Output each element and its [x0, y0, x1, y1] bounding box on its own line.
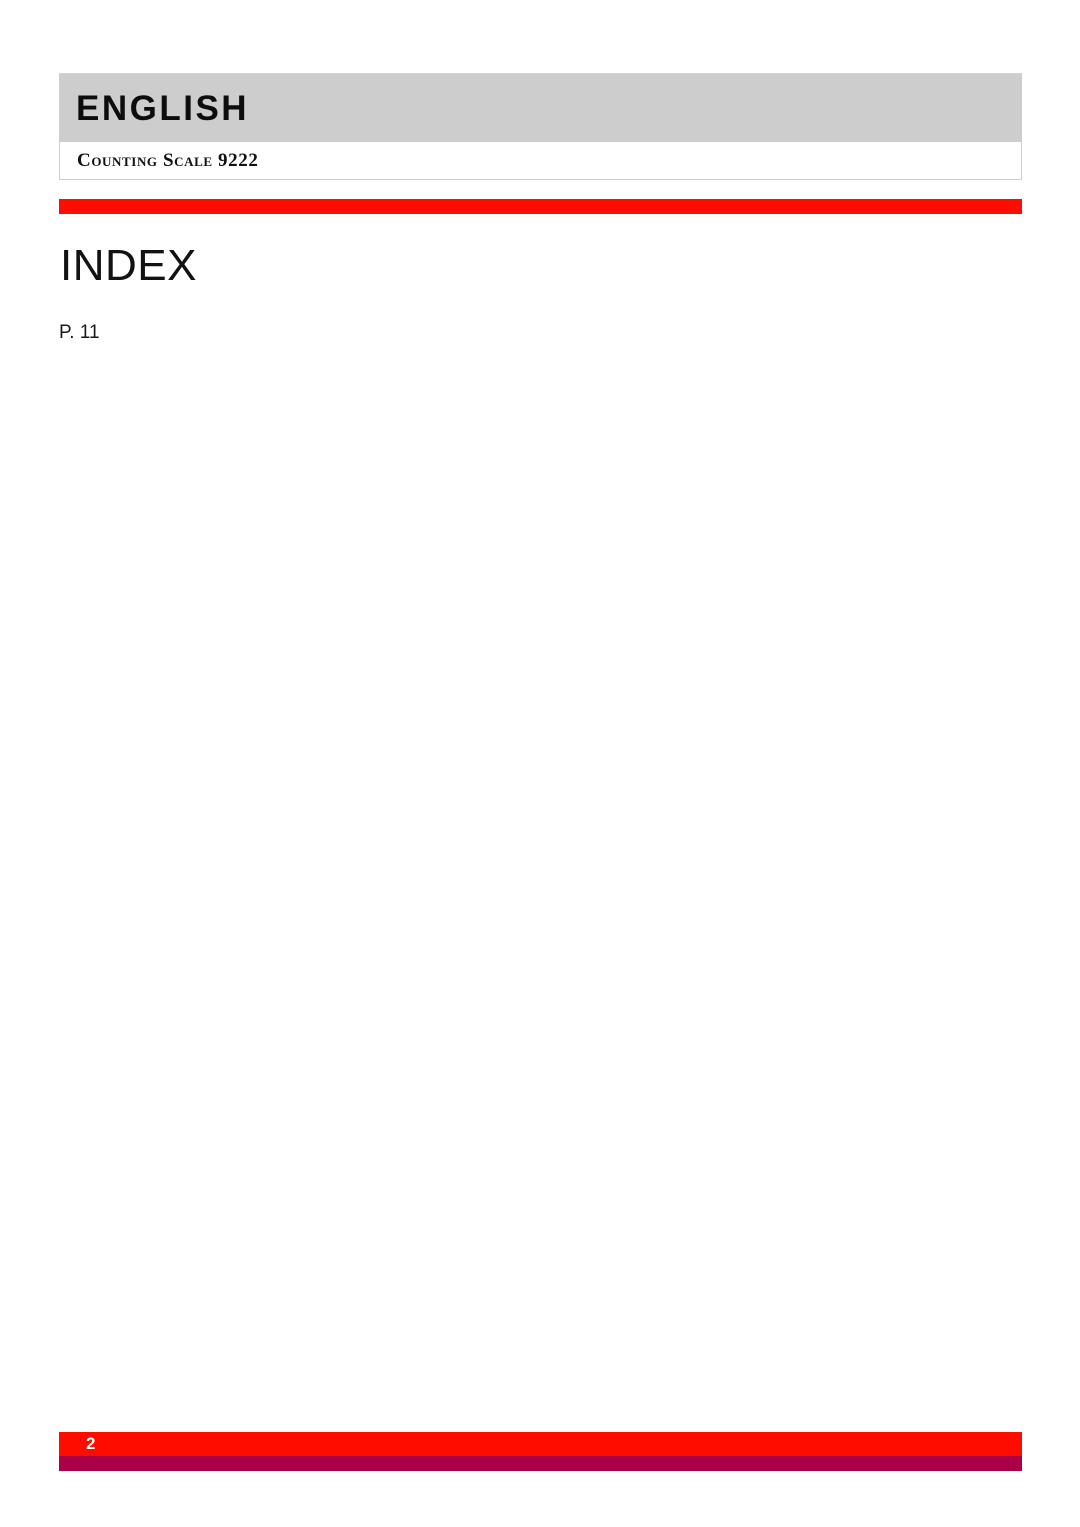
footer-red-bar: [59, 1432, 1022, 1456]
header-red-rule: [59, 199, 1022, 214]
page-title: INDEX: [60, 241, 197, 290]
footer-crimson-bar: [59, 1456, 1022, 1471]
language-title: ENGLISH: [76, 88, 250, 128]
document-header: ENGLISH Counting Scale 9222: [59, 73, 1022, 180]
table-of-contents: 1.General InformationP. 3ApplicationP. 3…: [59, 322, 1080, 1527]
toc-entry[interactable]: User CalibrationP. 11: [59, 322, 1080, 1527]
toc-entry-page: P. 11: [59, 322, 1080, 1527]
model-band: Counting Scale 9222: [59, 142, 1022, 180]
model-title: Counting Scale 9222: [77, 150, 259, 171]
document-page: ENGLISH Counting Scale 9222 INDEX 1.Gene…: [0, 0, 1080, 1527]
footer-page-number: 2: [86, 1434, 96, 1453]
toc-section: 4.Weighing and CountingP. 8Zero settingP…: [59, 322, 1080, 1527]
language-band: ENGLISH: [59, 73, 1022, 142]
